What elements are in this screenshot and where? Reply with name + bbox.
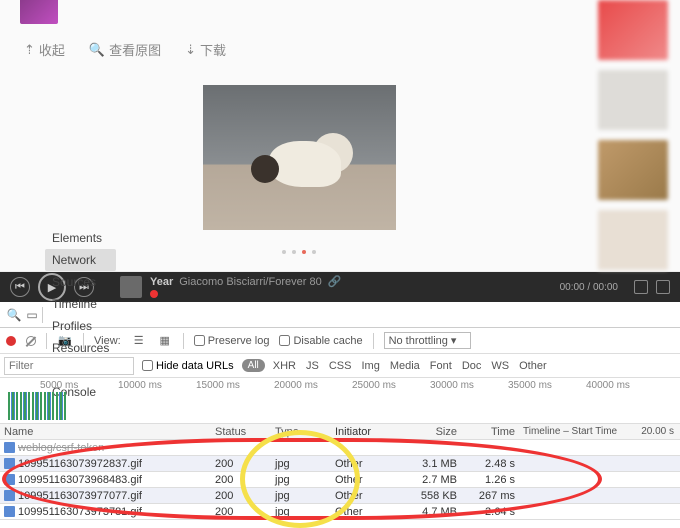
tab-profiles[interactable]: Profiles (45, 315, 116, 337)
filter-doc[interactable]: Doc (462, 360, 482, 372)
filter-ws[interactable]: WS (491, 360, 509, 372)
filter-all[interactable]: All (242, 359, 265, 372)
tab-network[interactable]: Network (45, 249, 116, 271)
devtools-tabs: 🔍 ▭ ElementsNetworkSourcesTimelineProfil… (0, 302, 680, 328)
side-thumb[interactable] (598, 70, 668, 130)
sidebar-thumbnails (598, 0, 680, 271)
filter-input[interactable] (4, 357, 134, 375)
filter-bar: Hide data URLs All XHR JS CSS Img Media Font D… (0, 354, 680, 378)
volume-icon[interactable] (656, 280, 670, 294)
table-row[interactable]: 109951163073972837.gif200jpgOther3.1 MB2… (0, 456, 680, 472)
device-icon[interactable]: ▭ (24, 307, 40, 323)
filter-xhr[interactable]: XHR (273, 360, 296, 372)
inspect-icon[interactable]: 🔍 (6, 307, 22, 323)
link-icon[interactable]: 🔗 (328, 277, 342, 288)
file-icon (4, 458, 15, 469)
prev-track-button[interactable]: ⏮ (10, 277, 30, 297)
thumbnail[interactable] (20, 0, 58, 24)
pip-icon[interactable] (634, 280, 648, 294)
timeline-tick: 35000 ms (508, 380, 552, 391)
side-thumb[interactable] (598, 210, 668, 270)
filter-css[interactable]: CSS (329, 360, 352, 372)
track-artist: Giacomo Bisciarri/Forever 80 (179, 277, 321, 288)
disable-cache-checkbox[interactable]: Disable cache (279, 335, 362, 347)
throttling-select[interactable]: No throttling ▾ (384, 332, 472, 349)
album-art (120, 276, 142, 298)
playback-time: 00:00 / 00:00 (560, 282, 618, 293)
tab-timeline[interactable]: Timeline (45, 293, 116, 315)
file-icon (4, 474, 15, 485)
timeline-overview[interactable]: 5000 ms 10000 ms 15000 ms 20000 ms 25000 ms 3… (0, 378, 680, 424)
timeline-tick: 20000 ms (274, 380, 318, 391)
timeline-tick: 5000 ms (40, 380, 78, 391)
filter-js[interactable]: JS (306, 360, 319, 372)
table-row[interactable]: 109951163073977077.gif200jpgOther558 KB2… (0, 488, 680, 504)
timeline-waveform (8, 392, 66, 420)
clear-button[interactable] (26, 336, 36, 346)
hide-data-urls-checkbox[interactable]: Hide data URLs (142, 360, 234, 372)
tab-elements[interactable]: Elements (45, 227, 116, 249)
timeline-tick: 40000 ms (586, 380, 630, 391)
side-thumb[interactable] (598, 140, 668, 200)
filter-font[interactable]: Font (430, 360, 452, 372)
view-original-button[interactable]: 🔍查看原图 (89, 40, 161, 59)
download-button[interactable]: ⇣下载 (185, 40, 226, 59)
table-row[interactable]: weblog/csrf-token (0, 440, 680, 456)
record-indicator-icon (150, 290, 158, 298)
table-row[interactable]: 109951163073968483.gif200jpgOther2.7 MB1… (0, 472, 680, 488)
dot[interactable] (282, 250, 286, 254)
dot[interactable] (312, 250, 316, 254)
file-icon (4, 442, 15, 453)
record-button[interactable] (6, 336, 16, 346)
view-label: View: (94, 335, 121, 347)
capture-icon[interactable]: 📷 (57, 333, 73, 349)
devtools: 🔍 ▭ ElementsNetworkSourcesTimelineProfil… (0, 302, 680, 520)
view-list-icon[interactable]: ☰ (131, 333, 147, 349)
table-header: Name Status Type Initiator Size Time Tim… (0, 424, 680, 440)
filter-img[interactable]: Img (361, 360, 379, 372)
preserve-log-checkbox[interactable]: Preserve log (194, 335, 270, 347)
filter-other[interactable]: Other (519, 360, 547, 372)
dot-active[interactable] (302, 250, 306, 254)
image-actions: ⇡收起 🔍查看原图 ⇣下载 (24, 40, 578, 59)
file-icon (4, 506, 15, 517)
view-grid-icon[interactable]: ▦ (157, 333, 173, 349)
dot[interactable] (292, 250, 296, 254)
timeline-tick: 30000 ms (430, 380, 474, 391)
timeline-tick: 25000 ms (352, 380, 396, 391)
filter-media[interactable]: Media (390, 360, 420, 372)
collapse-button[interactable]: ⇡收起 (24, 40, 65, 59)
timeline-tick: 15000 ms (196, 380, 240, 391)
tab-sources[interactable]: Sources (45, 271, 116, 293)
table-row[interactable]: 109951163073973781.gif200jpgOther4.7 MB2… (0, 504, 680, 520)
network-table: Name Status Type Initiator Size Time Tim… (0, 424, 680, 520)
track-title: Year (150, 277, 173, 288)
timeline-tick: 10000 ms (118, 380, 162, 391)
side-thumb[interactable] (598, 0, 668, 60)
hero-image[interactable] (203, 85, 396, 230)
file-icon (4, 490, 15, 501)
